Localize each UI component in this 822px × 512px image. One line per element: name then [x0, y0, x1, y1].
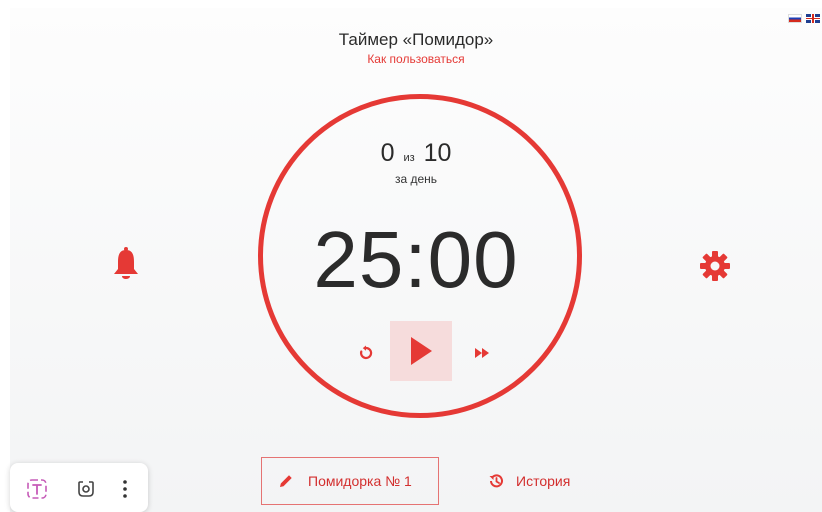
uk-flag-icon[interactable]: [806, 14, 820, 23]
bell-icon[interactable]: [113, 247, 139, 281]
timer-controls: [10, 321, 822, 381]
floating-toolbar: [10, 463, 148, 512]
current-task-button[interactable]: Помидорка № 1: [261, 457, 439, 505]
history-label: История: [516, 473, 571, 489]
page-title: Таймер «Помидор»: [338, 30, 494, 49]
history-icon: [489, 474, 503, 488]
play-icon: [411, 337, 432, 365]
more-vertical-icon[interactable]: [122, 479, 128, 499]
done-count: 0: [380, 139, 395, 167]
gear-icon[interactable]: [699, 250, 731, 282]
total-count: 10: [423, 139, 452, 167]
skip-forward-icon[interactable]: [474, 347, 490, 359]
play-button[interactable]: [390, 321, 452, 381]
per-day-label: за день: [394, 172, 438, 186]
reset-icon[interactable]: [358, 345, 374, 361]
lens-search-icon[interactable]: [77, 480, 95, 498]
language-switcher: [788, 14, 820, 23]
pomodoro-app: Таймер «Помидор» Как пользоваться 0 из 1…: [10, 8, 822, 512]
how-to-use-link[interactable]: Как пользоваться: [10, 52, 822, 66]
current-task-label: Помидорка № 1: [308, 473, 412, 489]
text-select-icon[interactable]: [27, 479, 47, 499]
ru-flag-icon[interactable]: [788, 14, 802, 23]
daily-counter: 0 из 10: [10, 139, 822, 168]
of-label: из: [403, 152, 415, 164]
pencil-icon: [280, 475, 292, 487]
history-button[interactable]: История: [488, 468, 570, 494]
